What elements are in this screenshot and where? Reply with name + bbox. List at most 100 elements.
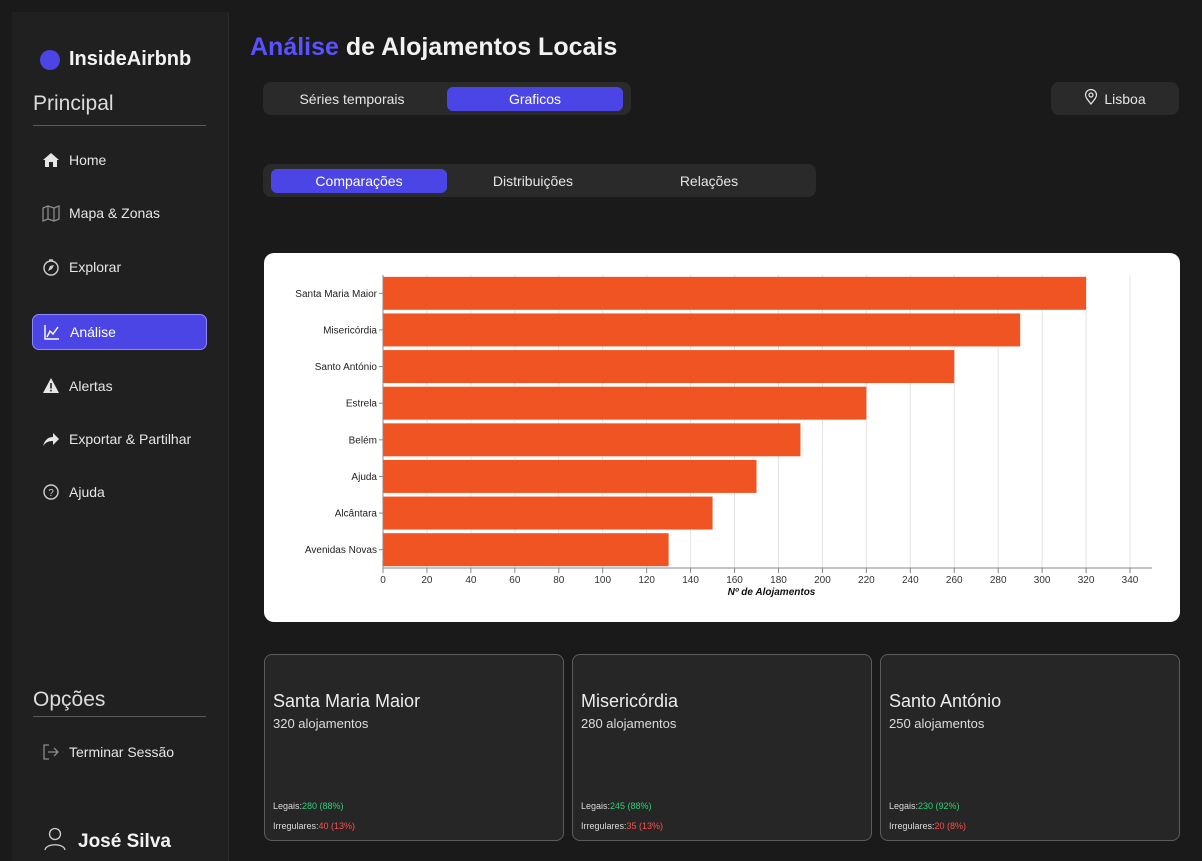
brand-name: InsideAirbnb	[69, 48, 192, 70]
x-tick-label: 280	[990, 575, 1007, 586]
bar	[383, 313, 1021, 347]
x-tick-label: 0	[380, 575, 386, 586]
divider	[33, 125, 206, 126]
help-icon: ?	[42, 483, 60, 501]
bar	[383, 496, 713, 530]
legal-value: 230 (92%)	[918, 801, 960, 811]
x-tick-label: 260	[946, 575, 963, 586]
user-name: José Silva	[78, 830, 171, 852]
y-tick-label: Belém	[349, 435, 377, 446]
logout-button[interactable]: Terminar Sessão	[32, 734, 207, 770]
share-icon	[42, 430, 60, 448]
location-pin-icon	[1084, 88, 1098, 108]
stat-card[interactable]: Santa Maria Maior 320 alojamentos Legais…	[264, 654, 564, 841]
irregular-value: 40 (13%)	[318, 821, 356, 831]
stat-card[interactable]: Misericórdia 280 alojamentos Legais:245 …	[572, 654, 872, 841]
section-title-options: Opções	[33, 688, 106, 711]
user-icon	[44, 827, 66, 856]
location-selector[interactable]: Lisboa	[1051, 82, 1179, 115]
tab-charts[interactable]: Graficos	[447, 87, 623, 111]
y-tick-label: Ajuda	[351, 472, 377, 483]
compass-icon	[42, 258, 60, 276]
irregular-label: Irregulares:	[273, 821, 319, 831]
logout-label: Terminar Sessão	[69, 744, 175, 760]
card-count: 320 alojamentos	[273, 716, 369, 731]
card-count: 250 alojamentos	[889, 716, 985, 731]
legal-value: 280 (88%)	[302, 801, 344, 811]
y-tick-label: Santo António	[315, 362, 378, 373]
x-tick-label: 100	[594, 575, 611, 586]
sidebar-item-analysis[interactable]: Análise	[32, 314, 207, 350]
bar	[383, 350, 955, 384]
user-profile[interactable]: José Silva	[44, 827, 171, 856]
card-title: Misericórdia	[581, 691, 679, 711]
bar	[383, 533, 669, 567]
sidebar-item-alerts[interactable]: Alertas	[32, 368, 207, 404]
sidebar: InsideAirbnb Principal Home Mapa & Zonas…	[12, 12, 229, 861]
map-icon	[42, 204, 60, 222]
location-label: Lisboa	[1104, 90, 1146, 107]
sidebar-item-label: Mapa & Zonas	[69, 205, 161, 221]
svg-text:?: ?	[48, 488, 54, 499]
irregular-line: Irregulares:40 (13%)	[273, 821, 355, 831]
page-title: Análise de Alojamentos Locais	[250, 33, 617, 62]
legal-label: Legais:	[581, 801, 611, 811]
sidebar-item-home[interactable]: Home	[32, 142, 207, 178]
y-tick-label: Santa Maria Maior	[295, 289, 377, 300]
bar	[383, 276, 1087, 310]
divider	[33, 716, 206, 717]
bar	[383, 386, 867, 420]
bar	[383, 459, 757, 493]
x-tick-label: 20	[421, 575, 433, 586]
y-tick-label: Misericórdia	[323, 325, 377, 336]
irregular-value: 20 (8%)	[934, 821, 967, 831]
tab-comparisons[interactable]: Comparações	[271, 169, 447, 193]
brand-logo-icon	[40, 49, 60, 70]
section-title-principal: Principal	[33, 92, 114, 115]
warning-icon	[42, 377, 60, 395]
x-tick-label: 120	[638, 575, 655, 586]
x-tick-label: 40	[465, 575, 477, 586]
card-title: Santa Maria Maior	[273, 691, 421, 711]
legal-value: 245 (88%)	[610, 801, 652, 811]
sidebar-item-label: Alertas	[69, 378, 113, 394]
sidebar-item-help[interactable]: ? Ajuda	[32, 474, 207, 510]
x-tick-label: 140	[682, 575, 699, 586]
irregular-label: Irregulares:	[581, 821, 627, 831]
brand[interactable]: InsideAirbnb	[40, 48, 191, 71]
bar	[383, 423, 801, 457]
irregular-value: 35 (13%)	[626, 821, 664, 831]
sidebar-item-label: Explorar	[69, 259, 122, 275]
x-tick-label: 340	[1122, 575, 1139, 586]
chart-type-tabs: Comparações Distribuições Relações	[263, 164, 816, 197]
sidebar-item-export[interactable]: Exportar & Partilhar	[32, 421, 207, 457]
tab-time-series[interactable]: Séries temporais	[268, 87, 436, 111]
y-tick-label: Alcântara	[335, 509, 378, 520]
x-tick-label: 200	[814, 575, 831, 586]
sidebar-item-label: Análise	[70, 324, 116, 340]
sidebar-item-label: Exportar & Partilhar	[69, 431, 192, 447]
stat-card[interactable]: Santo António 250 alojamentos Legais:230…	[880, 654, 1180, 841]
irregular-line: Irregulares:20 (8%)	[889, 821, 966, 831]
x-tick-label: 180	[770, 575, 787, 586]
legal-line: Legais:230 (92%)	[889, 801, 960, 811]
view-tabs: Séries temporais Graficos	[263, 82, 631, 115]
irregular-line: Irregulares:35 (13%)	[581, 821, 663, 831]
card-count: 280 alojamentos	[581, 716, 677, 731]
legal-label: Legais:	[889, 801, 919, 811]
legal-line: Legais:280 (88%)	[273, 801, 344, 811]
x-tick-label: 60	[509, 575, 521, 586]
bar-chart: 0 20 40 60 80 100 120 140 160 180 200 220 240 260 280 3…	[295, 275, 1152, 598]
sidebar-item-map[interactable]: Mapa & Zonas	[32, 195, 207, 231]
sidebar-item-explore[interactable]: Explorar	[32, 249, 207, 285]
sidebar-item-label: Ajuda	[69, 484, 105, 500]
x-tick-label: 300	[1034, 575, 1051, 586]
y-tick-label: Estrela	[346, 399, 378, 410]
sidebar-item-label: Home	[69, 152, 107, 168]
logout-icon	[42, 743, 60, 761]
x-tick-label: 220	[858, 575, 875, 586]
tab-relations[interactable]: Relações	[621, 169, 797, 193]
y-tick-label: Avenidas Novas	[305, 545, 377, 556]
chart-line-icon	[43, 323, 61, 341]
tab-distributions[interactable]: Distribuições	[445, 169, 621, 193]
